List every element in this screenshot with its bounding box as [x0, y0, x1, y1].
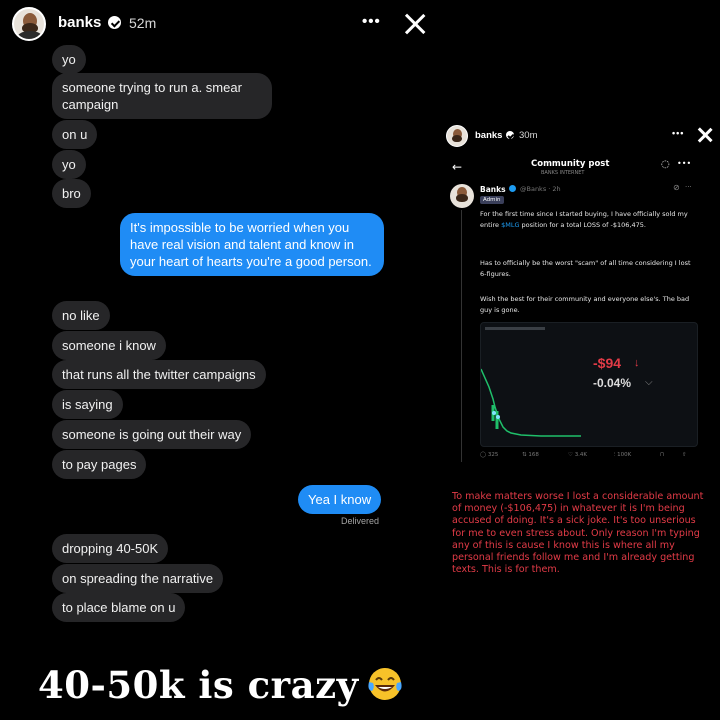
- avatar[interactable]: [12, 7, 46, 41]
- repost-count: 168: [528, 452, 539, 458]
- author-name: Banks: [480, 185, 506, 194]
- more-options-icon[interactable]: •••: [362, 13, 381, 30]
- grok-icon: ⊘: [673, 183, 680, 192]
- post-paragraph-1: For the first time since I started buyin…: [480, 209, 698, 230]
- thread-line: [461, 210, 462, 462]
- laughing-tears-emoji-icon: [365, 664, 405, 704]
- post-paragraph-2: Has to officially be the worst "scam" of…: [480, 259, 691, 278]
- back-arrow-icon: ←: [452, 160, 463, 174]
- like-count: 3.4K: [574, 452, 588, 458]
- inset-avatar: [446, 125, 468, 147]
- chart-change: -0.04%: [593, 376, 632, 390]
- post-stats: ◯ 325 ⇅ 168 ♡ 3.4K ⫶ 100K ⊓ ⇧: [480, 452, 698, 464]
- comment-icon: ◌: [661, 159, 670, 170]
- story-time: 52m: [129, 15, 157, 31]
- community-subtitle: BANKS INTERNET: [541, 170, 585, 176]
- inset-story-header: banks 30m •••: [440, 120, 720, 150]
- verified-icon: [108, 16, 121, 29]
- message-bubble: someone is going out their way: [52, 420, 252, 449]
- reply-icon[interactable]: ◯ 325: [480, 452, 498, 458]
- like-icon[interactable]: ♡ 3.4K: [568, 452, 587, 458]
- message-bubble: that runs all the twitter campaigns: [52, 360, 266, 389]
- inset-story-username: banks: [475, 130, 503, 141]
- sent-message-bubble: It's impossible to be worried when you h…: [120, 213, 384, 276]
- repost-icon[interactable]: ⇅ 168: [522, 452, 539, 458]
- author-avatar: [450, 184, 474, 208]
- message-bubble: someone trying to run a. smear campaign: [52, 73, 272, 119]
- message-bubble: bro: [52, 179, 91, 208]
- story-text-overlay: To make matters worse I lost a considera…: [452, 491, 704, 576]
- caption-text: 40-50k is crazy: [38, 663, 359, 707]
- story-caption: 40-50k is crazy: [38, 663, 405, 707]
- close-icon: [698, 126, 712, 144]
- close-icon[interactable]: [404, 11, 426, 37]
- verified-icon: [506, 131, 514, 139]
- more-options-icon: ···: [685, 183, 692, 191]
- message-bubble: someone i know: [52, 331, 166, 360]
- author-handle: @Banks · 2h: [520, 185, 561, 193]
- community-title: Community post: [531, 159, 610, 169]
- message-bubble: yo: [52, 45, 86, 74]
- admin-badge: Admin: [480, 196, 504, 204]
- post-text: position for a total LOSS of -$106,475.: [519, 220, 646, 229]
- message-bubble: dropping 40-50K: [52, 534, 169, 563]
- bookmark-icon[interactable]: ⊓: [660, 452, 664, 458]
- message-bubble: on u: [52, 120, 98, 149]
- delivered-status: Delivered: [341, 516, 380, 526]
- message-bubble: to place blame on u: [52, 593, 186, 622]
- chart-price: -$94: [593, 355, 622, 371]
- more-options-icon: •••: [672, 128, 685, 138]
- price-chart-image: -$94 ↓ -0.04% ⌵: [480, 322, 698, 447]
- message-bubble: no like: [52, 301, 110, 330]
- story-username[interactable]: banks: [58, 14, 101, 31]
- price-line: [481, 368, 581, 437]
- post-paragraph-3: Wish the best for their community and ev…: [480, 295, 690, 314]
- views-icon[interactable]: ⫶ 100K: [614, 452, 631, 459]
- price-down-arrow-icon: ↓: [634, 357, 640, 369]
- avatar-body: [17, 31, 43, 39]
- message-bubble: on spreading the narrative: [52, 564, 224, 593]
- message-bubble: yo: [52, 150, 86, 179]
- more-options-icon: •••: [677, 159, 692, 168]
- share-icon[interactable]: ⇧: [682, 452, 687, 458]
- ticker-link[interactable]: $MLG: [501, 221, 519, 229]
- avatar-beard: [452, 135, 462, 142]
- community-post-screenshot: ← Community post BANKS INTERNET ◌ ••• Ba…: [447, 152, 703, 472]
- story-header: banks 52m •••: [0, 0, 720, 48]
- verified-icon: [509, 185, 516, 192]
- sent-message-bubble: Yea I know: [298, 485, 382, 514]
- message-bubble: is saying: [52, 390, 123, 419]
- inset-story-time: 30m: [519, 130, 538, 141]
- views-count: 100K: [617, 452, 632, 458]
- chevron-down-icon: ⌵: [645, 377, 653, 388]
- message-bubble: to pay pages: [52, 450, 147, 479]
- avatar-beard: [456, 194, 468, 202]
- reply-count: 325: [487, 452, 499, 458]
